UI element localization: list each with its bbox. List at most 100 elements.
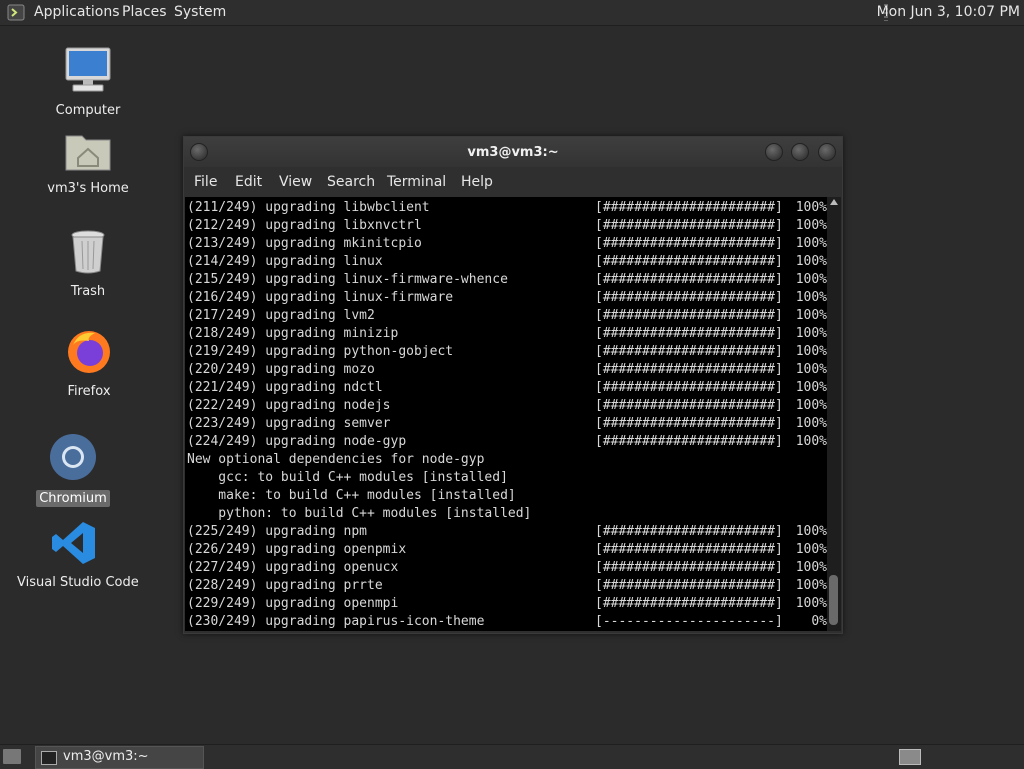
menu-system[interactable]: System [174,4,226,20]
progress-bar-text: [----------------------] [595,614,783,629]
terminal-line-text: (227/249) upgrading openucx [187,560,399,575]
terminal-line: (230/249) upgrading papirus-icon-theme [-… [187,613,827,631]
show-desktop-icon[interactable] [3,749,21,764]
desktop-icon-firefox[interactable]: Firefox [49,327,129,400]
progress-percent: 100% [795,272,827,287]
desktop-icon-computer[interactable]: Computer [48,46,128,119]
progress-bar-text: [######################] [595,308,783,323]
terminal-line: (221/249) upgrading ndctl [##############… [187,379,827,397]
close-button[interactable] [818,143,836,161]
terminal-line: New optional dependencies for node-gyp [187,451,531,469]
menu-places[interactable]: Places [122,4,167,20]
progress-percent: 100% [795,218,827,233]
progress-bar-text: [######################] [595,380,783,395]
menu-view[interactable]: View [279,174,312,190]
progress-percent: 100% [795,200,827,215]
taskbar-window-button[interactable]: vm3@vm3:~ [35,746,204,769]
desktop-icon-chromium[interactable]: Chromium [33,432,113,507]
progress-percent: 100% [795,326,827,341]
terminal-line-text: (221/249) upgrading ndctl [187,380,383,395]
progress-bar-text: [######################] [595,596,783,611]
terminal-line-text: (223/249) upgrading semver [187,416,391,431]
top-panel: Applications Places System Mon Jun 3, 10… [0,0,1024,26]
menu-terminal[interactable]: Terminal [387,174,446,190]
terminal-line-text: (211/249) upgrading libwbclient [187,200,430,215]
menu-file[interactable]: File [194,174,217,190]
maximize-button[interactable] [791,143,809,161]
progress-percent: 100% [795,254,827,269]
terminal-line: (229/249) upgrading openmpi [############… [187,595,827,613]
progress-percent: 100% [795,308,827,323]
terminal-lines: (211/249) upgrading libwbclient [########… [187,199,827,631]
progress-percent: 100% [795,344,827,359]
progress-percent: 100% [795,380,827,395]
window-titlebar[interactable]: vm3@vm3:~ [184,137,842,167]
terminal-line-text: (220/249) upgrading mozo [187,362,375,377]
terminal-line: (220/249) upgrading mozo [###############… [187,361,827,379]
progress-bar-text: [######################] [595,398,783,413]
progress-percent: 100% [795,578,827,593]
progress-percent: 100% [795,398,827,413]
progress-percent: 100% [795,362,827,377]
menu-search[interactable]: Search [327,174,375,190]
progress-bar-text: [######################] [595,272,783,287]
terminal-window[interactable]: vm3@vm3:~ File Edit View Search Terminal… [183,136,843,634]
terminal-line: (215/249) upgrading linux-firmware-whenc… [187,271,827,289]
terminal-line: (219/249) upgrading python-gobject [#####… [187,343,827,361]
terminal-line: (226/249) upgrading openpmix [###########… [187,541,827,559]
menu-edit[interactable]: Edit [235,174,262,190]
progress-percent: 100% [795,434,827,449]
terminal-line-text: (225/249) upgrading npm [187,524,368,539]
terminal-line: (222/249) upgrading nodejs [#############… [187,397,827,415]
terminal-line: (212/249) upgrading libxnvctrl [#########… [187,217,827,235]
desktop-icon-vscode[interactable]: Visual Studio Code [14,520,139,591]
home-folder-icon [65,135,111,171]
desktop-icon-label: Chromium [36,490,110,507]
desktop-icon-home[interactable]: vm3's Home [43,128,133,197]
progress-percent: 100% [795,290,827,305]
vscode-icon [52,522,95,564]
clock[interactable]: Mon Jun 3, 10:07 PM [877,4,1020,20]
applications-menu-icon[interactable] [7,4,25,21]
scroll-thumb[interactable] [829,575,838,625]
terminal-line: (224/249) upgrading node-gyp [###########… [187,433,827,451]
terminal-line-text: (213/249) upgrading mkinitcpio [187,236,422,251]
progress-percent: 100% [795,524,827,539]
workspace-switcher[interactable] [899,749,921,765]
terminal-line: (213/249) upgrading mkinitcpio [#########… [187,235,827,253]
terminal-scrollbar[interactable] [827,197,841,631]
progress-bar-text: [######################] [595,326,783,341]
progress-percent: 100% [795,236,827,251]
menu-help[interactable]: Help [461,174,493,190]
terminal-line-text: New optional dependencies for node-gyp [187,452,485,467]
progress-bar-text: [######################] [595,254,783,269]
menu-applications[interactable]: Applications [34,4,120,20]
desktop-icon-trash[interactable]: Trash [48,229,128,300]
progress-bar-text: [######################] [595,344,783,359]
terminal-line-text: make: to build C++ modules [installed] [187,488,516,503]
window-title: vm3@vm3:~ [467,145,559,160]
firefox-icon [68,331,110,373]
terminal-line-text: (228/249) upgrading prrte [187,578,383,593]
progress-bar-text: [######################] [595,218,783,233]
terminal-line: (223/249) upgrading semver [#############… [187,415,827,433]
terminal-line-text: (230/249) upgrading papirus-icon-theme [187,614,485,629]
desktop-icon-label: Firefox [67,384,111,399]
taskbar-window-label: vm3@vm3:~ [63,749,149,764]
terminal-line-text: (214/249) upgrading linux [187,254,383,269]
scroll-up-arrow-icon[interactable] [830,199,838,205]
minimize-button[interactable] [765,143,783,161]
terminal-line: gcc: to build C++ modules [installed] [187,469,531,487]
terminal-line-text: (216/249) upgrading linux-firmware [187,290,454,305]
computer-icon [65,47,111,92]
terminal-line-text: (215/249) upgrading linux-firmware-whenc… [187,272,508,287]
progress-bar-text: [######################] [595,542,783,557]
terminal-output[interactable]: (211/249) upgrading libwbclient [########… [185,197,827,631]
trash-icon [71,230,105,274]
desktop-icon-label: Trash [70,284,106,299]
terminal-line-text: (212/249) upgrading libxnvctrl [187,218,422,233]
terminal-line-text: (218/249) upgrading minizip [187,326,399,341]
terminal-line-text: (217/249) upgrading lvm2 [187,308,375,323]
terminal-line: python: to build C++ modules [installed] [187,505,531,523]
terminal-line-text: (229/249) upgrading openmpi [187,596,399,611]
